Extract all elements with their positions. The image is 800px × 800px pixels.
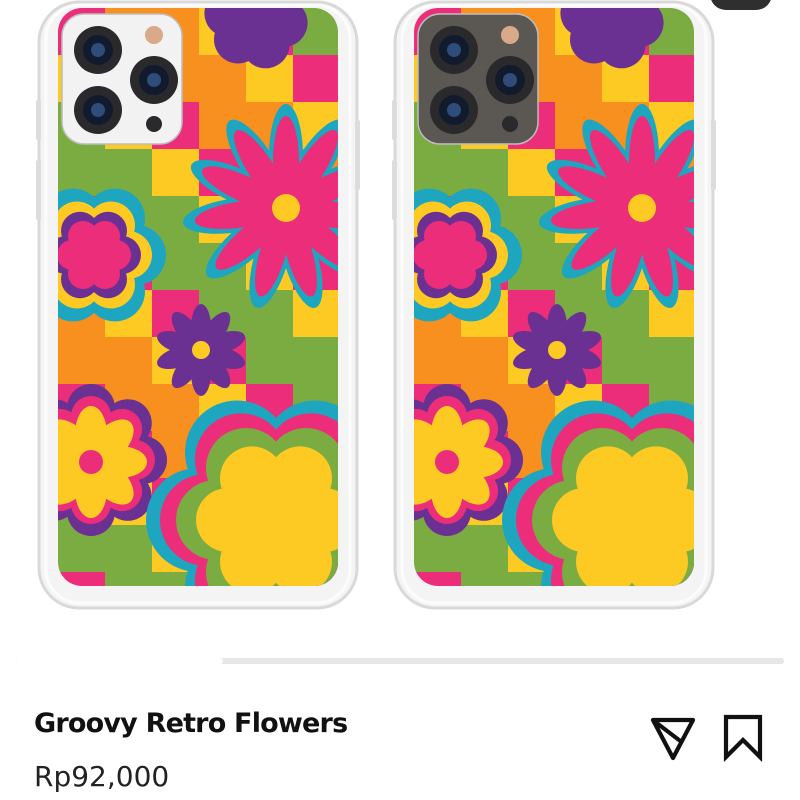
send-icon	[650, 717, 696, 761]
gallery-corner-button[interactable]	[710, 0, 772, 10]
product-price: Rp92,000	[34, 760, 170, 793]
phone-case-image-1[interactable]	[36, 0, 360, 612]
product-title: Groovy Retro Flowers	[34, 708, 348, 739]
image-scroll-indicator-fill	[16, 658, 224, 664]
image-scroll-indicator	[16, 658, 784, 664]
bookmark-button[interactable]	[722, 712, 764, 762]
bookmark-icon	[723, 714, 763, 762]
product-image-gallery[interactable]	[0, 0, 800, 640]
phone-case-image-2[interactable]	[392, 0, 716, 612]
share-button[interactable]	[648, 712, 698, 762]
